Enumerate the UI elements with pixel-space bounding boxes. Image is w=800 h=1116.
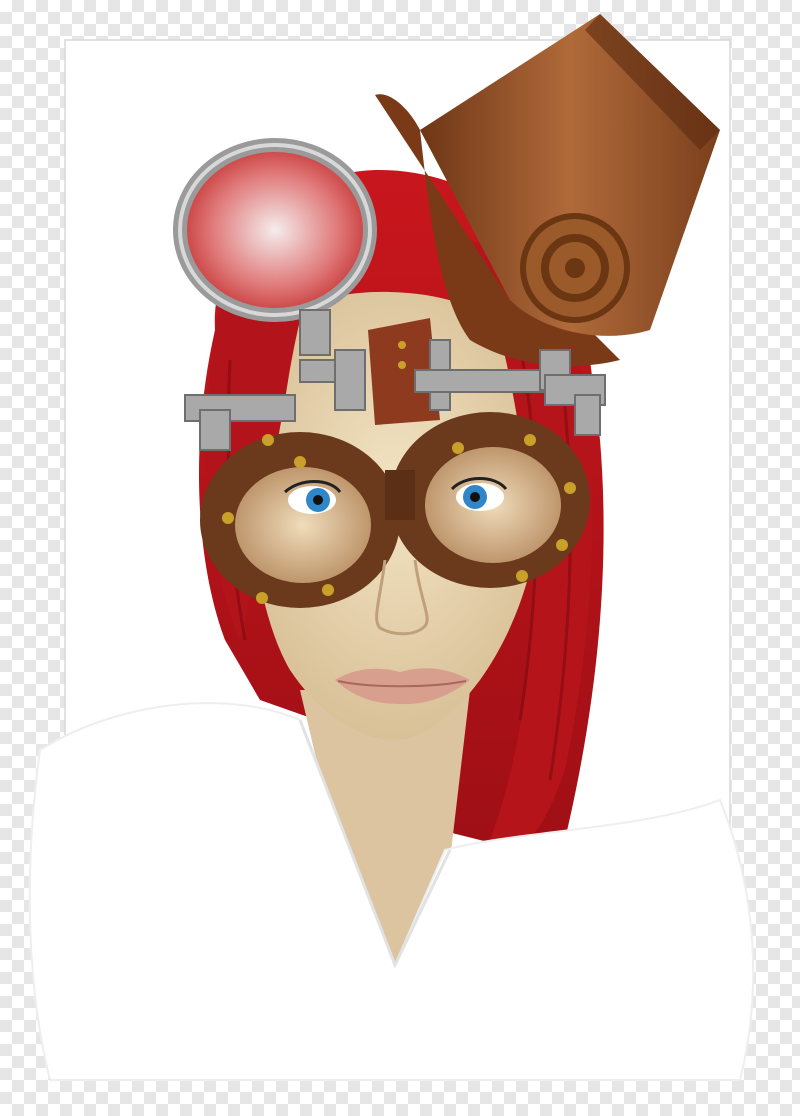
steampunk-portrait-illustration [28,14,755,1081]
